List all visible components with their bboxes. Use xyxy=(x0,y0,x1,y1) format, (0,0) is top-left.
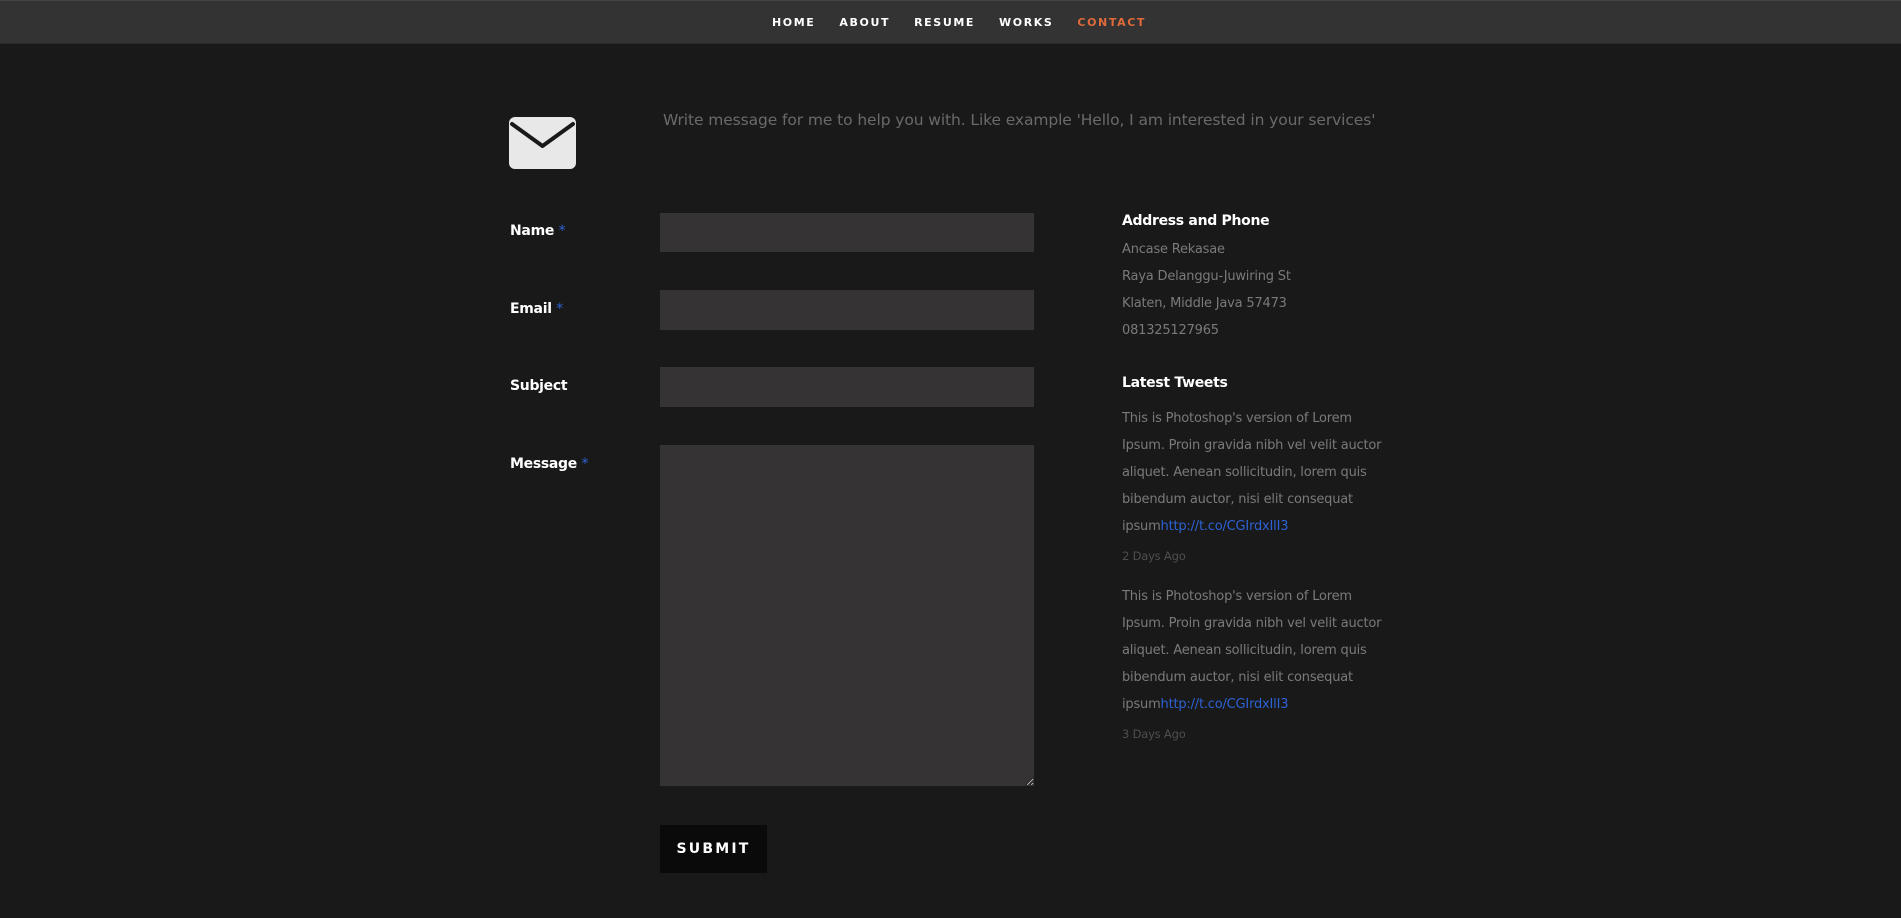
tweet-text: This is Photoshop's version of Lorem Ips… xyxy=(1122,589,1382,712)
address-heading: Address and Phone xyxy=(1122,213,1270,229)
nav-item-home[interactable]: HOME xyxy=(772,16,815,29)
message-label: Message * xyxy=(510,456,589,472)
message-textarea[interactable] xyxy=(660,445,1034,786)
nav-item-about[interactable]: ABOUT xyxy=(839,16,890,29)
nav-item-contact[interactable]: CONTACT xyxy=(1077,16,1146,29)
message-label-text: Message xyxy=(510,456,577,472)
address-line: Raya Delanggu-Juwiring St xyxy=(1122,269,1291,284)
nav-item-works[interactable]: WORKS xyxy=(999,16,1053,29)
tweet-link[interactable]: http://t.co/CGIrdxIlI3 xyxy=(1161,697,1289,712)
tweet-timestamp: 3 Days Ago xyxy=(1122,727,1186,741)
email-label-text: Email xyxy=(510,301,552,317)
email-input[interactable] xyxy=(660,290,1034,330)
tweet-item: This is Photoshop's version of Lorem Ips… xyxy=(1122,405,1394,540)
address-line: Ancase Rekasae xyxy=(1122,242,1225,257)
envelope-icon xyxy=(509,117,576,169)
address-line: Klaten, Middle Java 57473 xyxy=(1122,296,1287,311)
phone-number: 081325127965 xyxy=(1122,323,1219,338)
contact-intro-text: Write message for me to help you with. L… xyxy=(663,111,1376,129)
address-lines: Ancase Rekasae Raya Delanggu-Juwiring St… xyxy=(1122,236,1412,344)
nav-item-resume[interactable]: RESUME xyxy=(914,16,975,29)
subject-input[interactable] xyxy=(660,367,1034,407)
subject-label: Subject xyxy=(510,378,568,394)
nav-menu: HOME ABOUT RESUME WORKS CONTACT xyxy=(772,16,1170,29)
tweet-text: This is Photoshop's version of Lorem Ips… xyxy=(1122,411,1382,534)
tweet-item: This is Photoshop's version of Lorem Ips… xyxy=(1122,583,1394,718)
name-label-text: Name xyxy=(510,223,555,239)
required-mark: * xyxy=(556,301,563,317)
tweets-heading: Latest Tweets xyxy=(1122,375,1228,391)
required-mark: * xyxy=(581,456,589,472)
subject-label-text: Subject xyxy=(510,378,568,394)
name-label: Name * xyxy=(510,223,566,239)
address-section: Address and Phone Ancase Rekasae Raya De… xyxy=(1122,213,1412,344)
email-label: Email * xyxy=(510,301,563,317)
name-input[interactable] xyxy=(660,213,1034,252)
required-mark: * xyxy=(558,223,566,239)
tweet-link[interactable]: http://t.co/CGIrdxIlI3 xyxy=(1161,519,1289,534)
tweet-timestamp: 2 Days Ago xyxy=(1122,549,1186,563)
top-navbar: HOME ABOUT RESUME WORKS CONTACT xyxy=(0,0,1901,44)
submit-button[interactable]: SUBMIT xyxy=(660,825,767,873)
